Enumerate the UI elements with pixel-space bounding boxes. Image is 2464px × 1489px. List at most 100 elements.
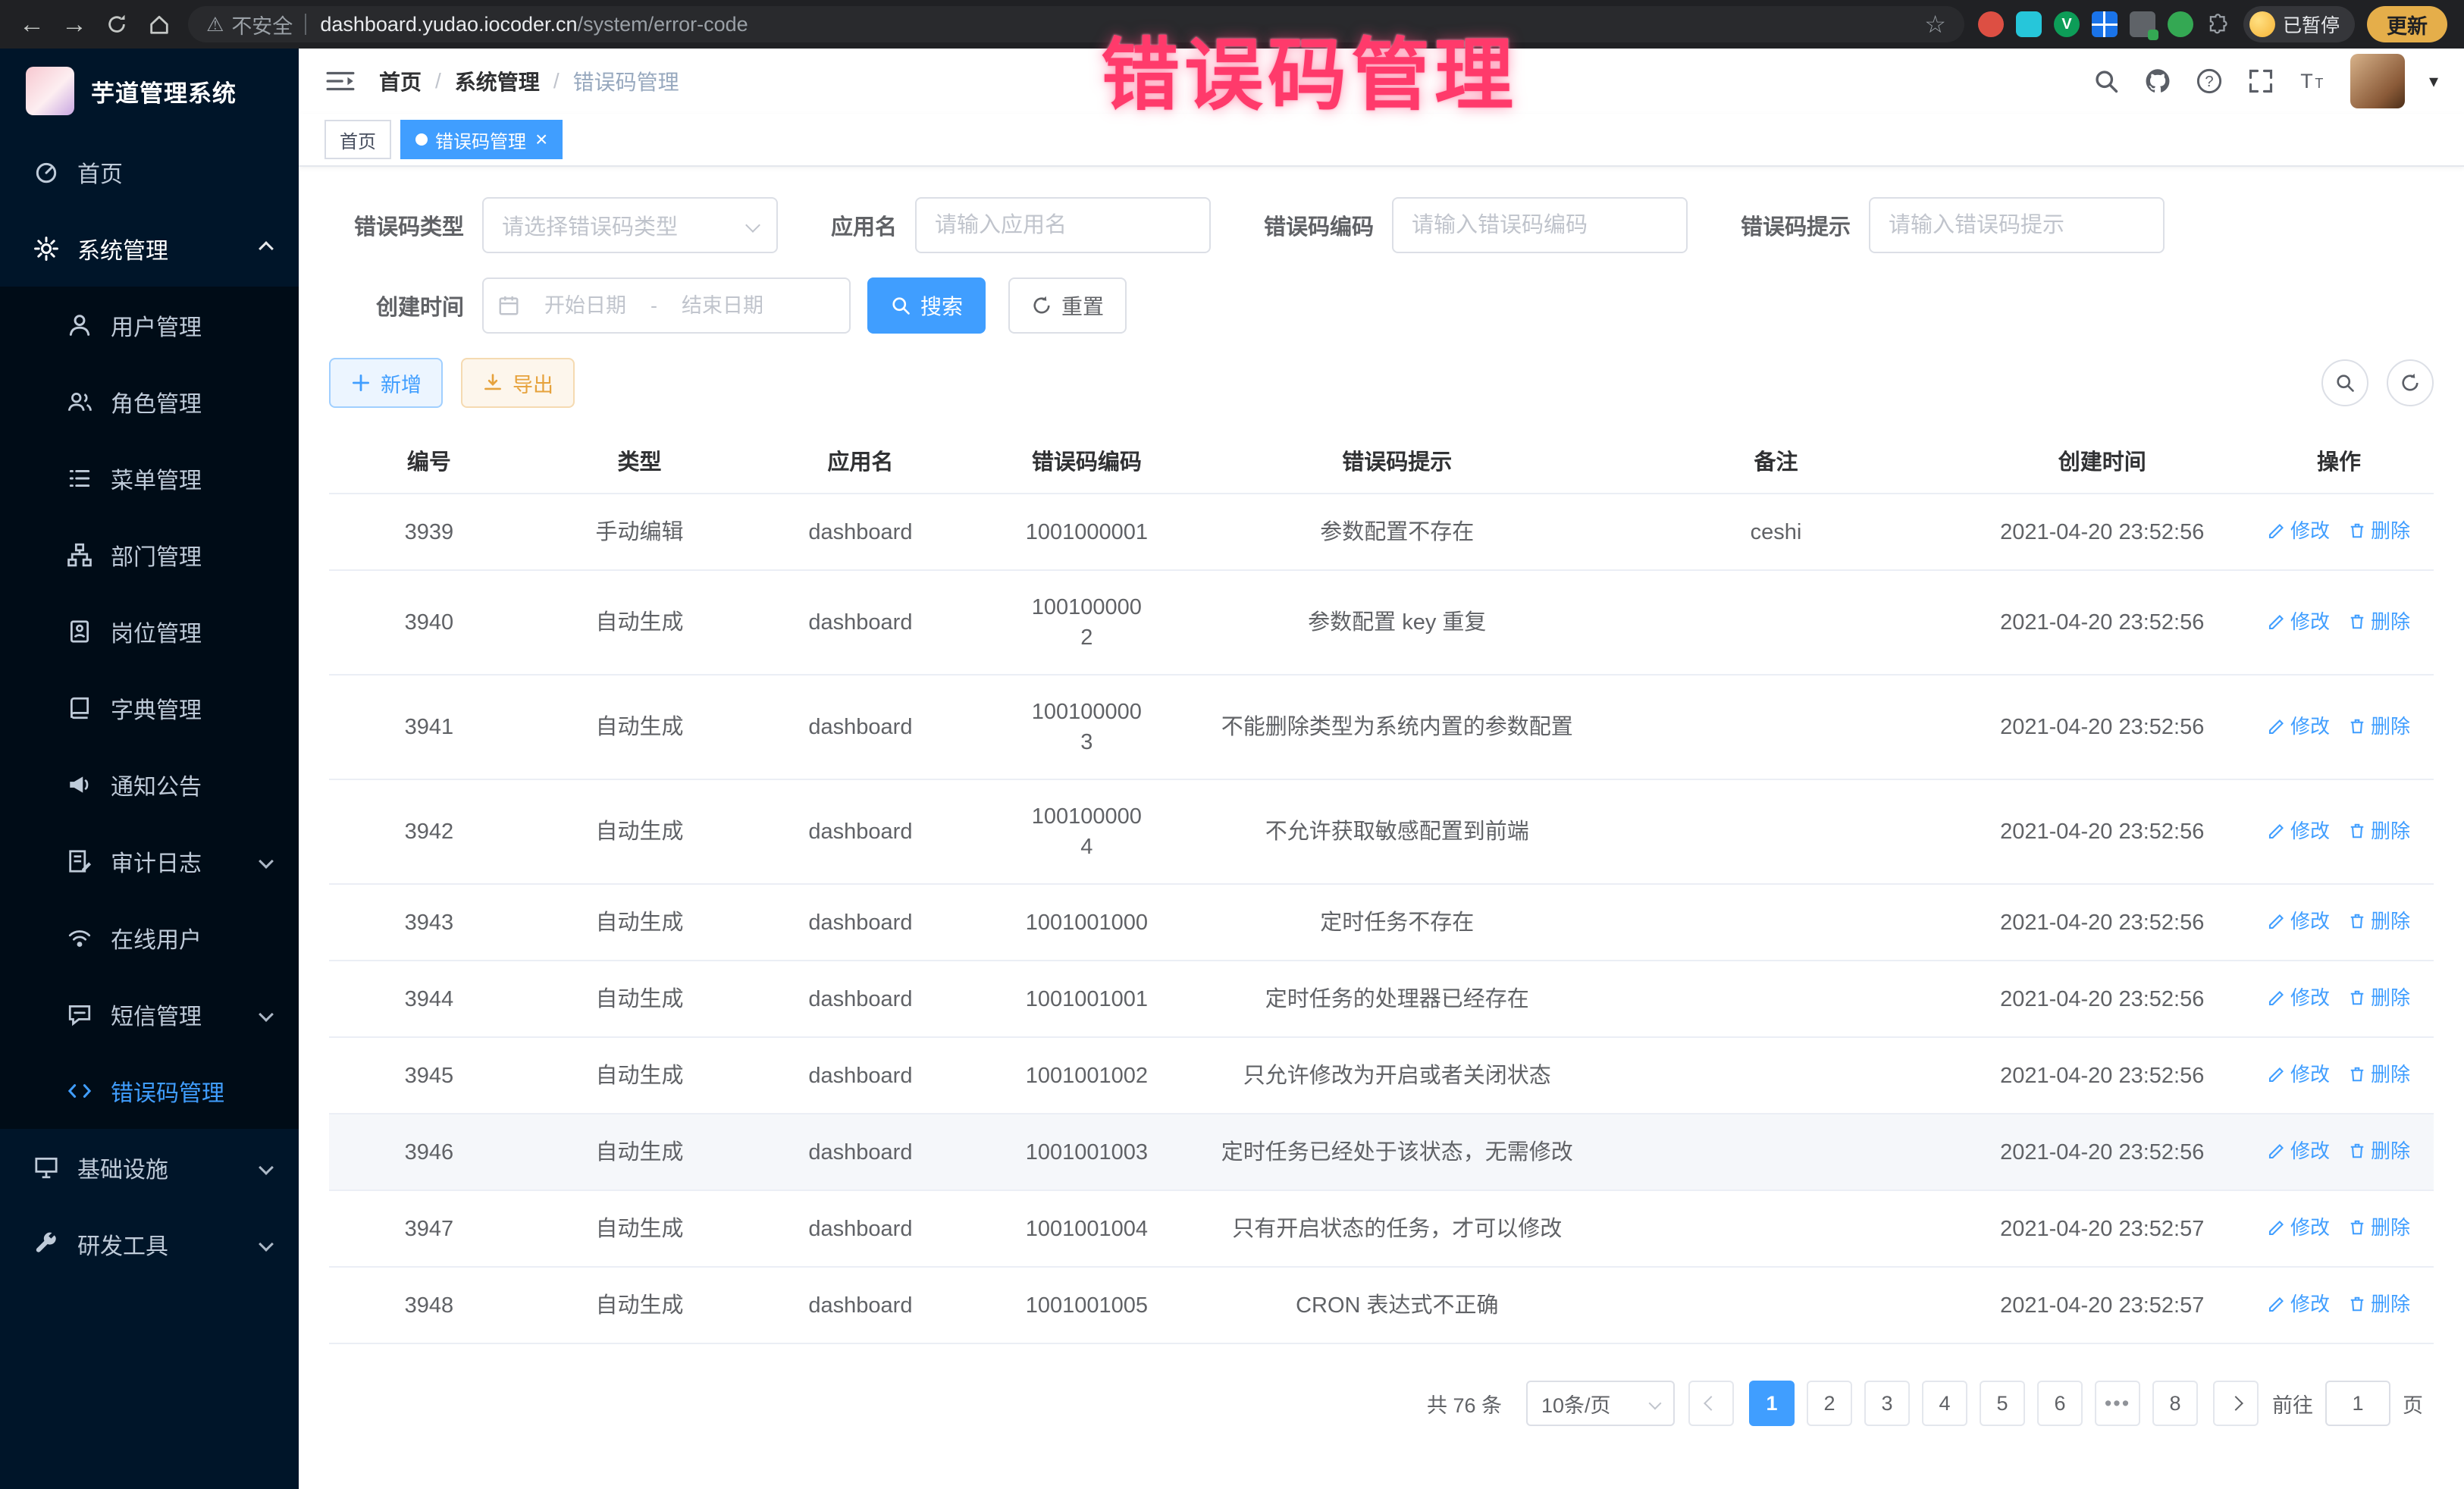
prev-page-button[interactable]	[1688, 1381, 1734, 1426]
delete-link[interactable]: 删除	[2348, 1289, 2410, 1319]
sidebar-item-system-management[interactable]: 系统管理	[0, 210, 299, 287]
sidebar-item-infrastructure[interactable]: 基础设施	[0, 1129, 299, 1205]
sidebar-item-dept-management[interactable]: 部门管理	[0, 516, 299, 593]
url-text[interactable]: dashboard.yudao.iocoder.cn/system/error-…	[320, 13, 748, 36]
sidebar-item-user-management[interactable]: 用户管理	[0, 287, 299, 363]
edit-link[interactable]: 修改	[2268, 1059, 2330, 1089]
delete-link[interactable]: 删除	[2348, 816, 2410, 846]
search-toggle-button[interactable]	[2321, 359, 2368, 406]
sidebar-item-notice[interactable]: 通知公告	[0, 746, 299, 823]
security-label[interactable]: 不安全	[231, 10, 293, 39]
search-icon[interactable]	[2093, 67, 2120, 95]
hamburger-icon[interactable]	[324, 67, 356, 95]
error-hint-input[interactable]	[1869, 197, 2165, 253]
profile-chip[interactable]: 已暂停	[2243, 6, 2355, 42]
bookmark-star-icon[interactable]: ☆	[1924, 10, 1946, 39]
edit-link[interactable]: 修改	[2268, 816, 2330, 846]
start-date-input[interactable]	[528, 294, 643, 318]
cell-app: dashboard	[750, 1037, 970, 1114]
font-size-icon[interactable]: TT	[2299, 67, 2326, 95]
edit-link[interactable]: 修改	[2268, 1136, 2330, 1166]
cell-hint: 不允许获取敏感配置到前端	[1202, 779, 1592, 884]
edit-link[interactable]: 修改	[2268, 906, 2330, 936]
avatar[interactable]	[2350, 54, 2405, 108]
page-button-8[interactable]: 8	[2152, 1381, 2198, 1426]
edit-link[interactable]: 修改	[2268, 516, 2330, 546]
sidebar-item-online-user[interactable]: 在线用户	[0, 899, 299, 976]
search-button[interactable]: 搜索	[867, 277, 986, 334]
extension-red-icon[interactable]	[1978, 11, 2004, 37]
reset-button[interactable]: 重置	[1008, 277, 1127, 334]
caret-down-icon[interactable]: ▾	[2429, 71, 2438, 92]
delete-link[interactable]: 删除	[2348, 906, 2410, 936]
logo[interactable]: 芋道管理系统	[0, 49, 299, 133]
breadcrumb-system[interactable]: 系统管理	[455, 66, 540, 96]
date-range-picker[interactable]: -	[482, 277, 851, 334]
extension-teal-icon[interactable]	[2016, 11, 2042, 37]
goto-page-input[interactable]	[2325, 1381, 2390, 1426]
table-row: 3944自动生成dashboard1001001001定时任务的处理器已经存在2…	[329, 961, 2434, 1037]
close-icon[interactable]: ×	[535, 129, 547, 150]
page-button-2[interactable]: 2	[1807, 1381, 1852, 1426]
page-button-4[interactable]: 4	[1922, 1381, 1967, 1426]
edit-link[interactable]: 修改	[2268, 1289, 2330, 1319]
sidebar-item-dev-tools[interactable]: 研发工具	[0, 1205, 299, 1282]
back-icon[interactable]: ←	[12, 5, 52, 44]
sidebar-item-label: 审计日志	[111, 845, 202, 878]
refresh-button[interactable]	[2387, 359, 2434, 406]
column-header-created: 创建时间	[1960, 428, 2244, 494]
page-size-select[interactable]: 10条/页	[1526, 1381, 1675, 1426]
extension-grid-icon[interactable]	[2092, 11, 2118, 37]
extension-green-v-icon[interactable]	[2054, 11, 2080, 37]
page-button-3[interactable]: 3	[1864, 1381, 1910, 1426]
breadcrumb-home[interactable]: 首页	[379, 66, 422, 96]
sidebar-item-post-management[interactable]: 岗位管理	[0, 593, 299, 669]
update-button[interactable]: 更新	[2367, 6, 2447, 42]
cell-id: 3945	[329, 1037, 529, 1114]
add-button[interactable]: 新增	[329, 358, 443, 408]
gauge-icon	[33, 159, 59, 185]
page-button-1[interactable]: 1	[1749, 1381, 1795, 1426]
next-page-button[interactable]	[2213, 1381, 2259, 1426]
address-bar[interactable]: ⚠ 不安全 dashboard.yudao.iocoder.cn/system/…	[188, 6, 1964, 42]
export-button[interactable]: 导出	[461, 358, 575, 408]
delete-link[interactable]: 删除	[2348, 607, 2410, 637]
cell-created: 2021-04-20 23:52:56	[1960, 1114, 2244, 1190]
tab-home[interactable]: 首页	[324, 120, 391, 159]
sidebar-item-sms-management[interactable]: 短信管理	[0, 976, 299, 1052]
error-type-select[interactable]: 请选择错误码类型	[482, 197, 778, 253]
end-date-input[interactable]	[665, 294, 780, 318]
app-name-input[interactable]	[915, 197, 1211, 253]
more-pages-button[interactable]: •••	[2095, 1381, 2140, 1426]
forward-icon[interactable]: →	[55, 5, 94, 44]
delete-link[interactable]: 删除	[2348, 1059, 2410, 1089]
delete-link[interactable]: 删除	[2348, 983, 2410, 1013]
edit-link[interactable]: 修改	[2268, 607, 2330, 637]
sidebar-item-menu-management[interactable]: 菜单管理	[0, 440, 299, 516]
extension-green-icon[interactable]	[2168, 11, 2193, 37]
reload-icon[interactable]	[97, 5, 136, 44]
sidebar-item-label: 首页	[77, 155, 123, 189]
error-code-input[interactable]	[1392, 197, 1688, 253]
edit-link[interactable]: 修改	[2268, 711, 2330, 741]
sidebar-item-home[interactable]: 首页	[0, 133, 299, 210]
puzzle-icon[interactable]	[2205, 11, 2231, 37]
sidebar-item-dict-management[interactable]: 字典管理	[0, 669, 299, 746]
page-button-6[interactable]: 6	[2037, 1381, 2083, 1426]
extension-dark-on-icon[interactable]	[2130, 11, 2155, 37]
delete-link[interactable]: 删除	[2348, 1136, 2410, 1166]
sidebar-item-audit-log[interactable]: 审计日志	[0, 823, 299, 899]
delete-link[interactable]: 删除	[2348, 1212, 2410, 1243]
edit-link[interactable]: 修改	[2268, 1212, 2330, 1243]
delete-link[interactable]: 删除	[2348, 711, 2410, 741]
tab-error-code[interactable]: 错误码管理×	[400, 120, 563, 159]
help-icon[interactable]: ?	[2196, 67, 2223, 95]
page-button-5[interactable]: 5	[1980, 1381, 2025, 1426]
fullscreen-icon[interactable]	[2247, 67, 2274, 95]
delete-link[interactable]: 删除	[2348, 516, 2410, 546]
edit-link[interactable]: 修改	[2268, 983, 2330, 1013]
sidebar-item-error-code-management[interactable]: 错误码管理	[0, 1052, 299, 1129]
github-icon[interactable]	[2144, 67, 2171, 95]
sidebar-item-role-management[interactable]: 角色管理	[0, 363, 299, 440]
home-icon[interactable]	[140, 5, 179, 44]
